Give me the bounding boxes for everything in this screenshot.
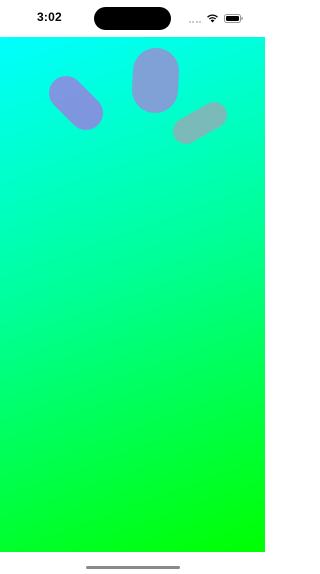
signal-dots-icon [188,13,201,23]
blob-right[interactable] [168,97,234,149]
blob-left[interactable] [48,75,114,141]
status-icons [188,12,244,24]
gradient-canvas[interactable] [0,37,265,552]
home-area [0,552,265,574]
dynamic-island [94,7,171,30]
home-indicator[interactable] [86,566,180,569]
status-bar: 3:02 [0,0,265,37]
phone-screen: 3:02 [0,0,265,574]
wifi-icon [206,13,219,23]
battery-icon [224,13,243,23]
status-time: 3:02 [37,10,62,24]
